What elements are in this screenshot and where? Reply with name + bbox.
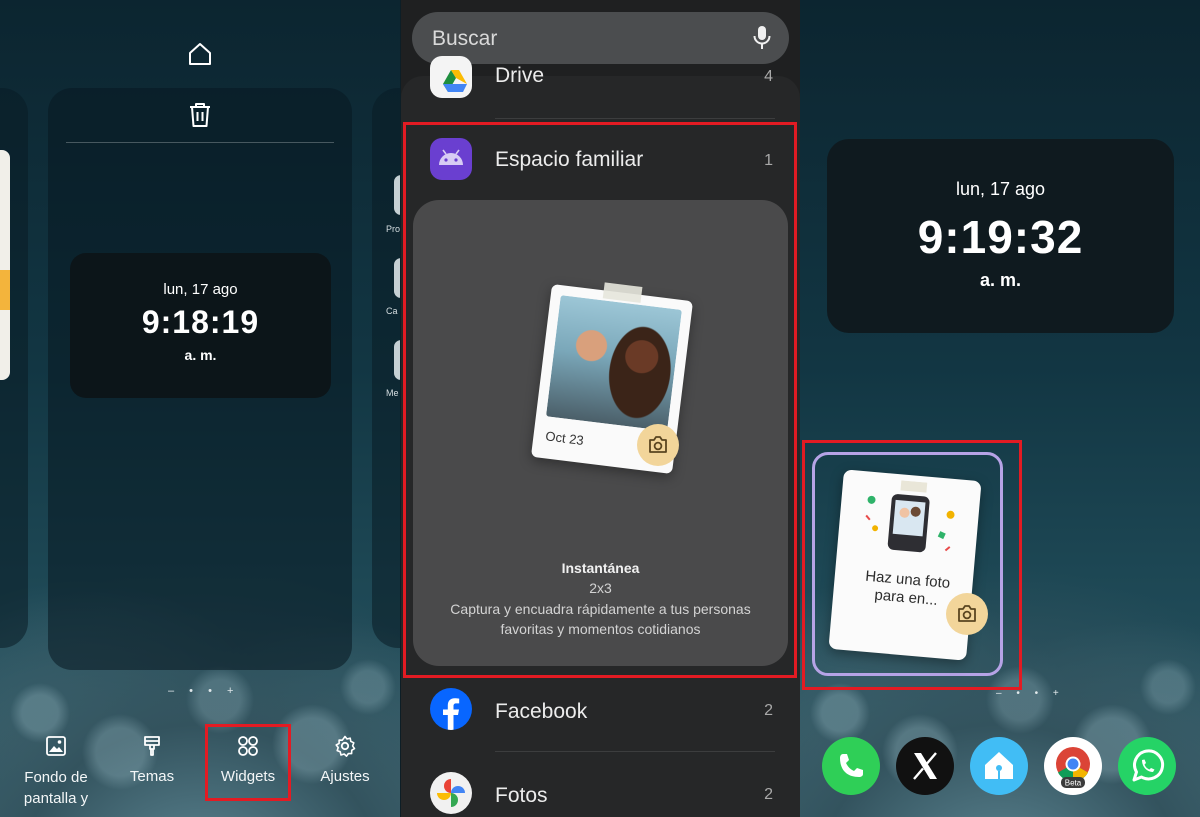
clock-time: 9:18:19 — [141, 304, 260, 340]
clock-ampm: a. m. — [184, 347, 217, 363]
image-icon — [46, 736, 66, 756]
themes-label: Temas — [129, 768, 175, 785]
widget-count: 2 — [764, 786, 773, 803]
whatsapp-icon[interactable] — [1118, 737, 1176, 795]
page-indicator[interactable]: – • • + — [168, 685, 239, 697]
x-icon[interactable] — [896, 737, 954, 795]
settings-label: Ajustes — [320, 768, 370, 785]
home-assistant-icon[interactable] — [970, 737, 1028, 795]
divider — [495, 118, 775, 119]
placed-widget-highlight-box — [802, 440, 1022, 690]
widgets-highlight-box — [205, 724, 291, 801]
chrome-beta-icon[interactable]: Beta — [1044, 737, 1102, 795]
widget-preview-highlight-box — [403, 122, 797, 678]
next-page-app-icon — [394, 175, 400, 215]
widget-count: 4 — [764, 68, 773, 85]
themes-button[interactable]: Temas — [120, 734, 184, 785]
peek-label: Me — [386, 388, 399, 398]
home-edit-panel: Pro Ca Me lun, 17 ago 9:18:19 a. m. – • … — [0, 0, 400, 817]
app-name: Facebook — [495, 700, 588, 723]
trash-icon[interactable] — [187, 101, 213, 129]
prev-page-widget — [0, 150, 10, 380]
home-icon[interactable] — [186, 40, 214, 68]
divider — [66, 142, 334, 143]
app-row-drive[interactable]: Drive 4 — [401, 44, 800, 108]
app-row-fotos[interactable]: Fotos 2 — [401, 762, 800, 817]
peek-label: Pro — [386, 224, 400, 234]
next-page-app-icon — [394, 258, 400, 298]
app-name: Drive — [495, 64, 545, 87]
page-indicator[interactable]: – • • + — [996, 688, 1065, 699]
app-row-facebook[interactable]: Facebook 2 — [401, 678, 800, 742]
widget-count: 2 — [764, 702, 773, 719]
gear-icon — [335, 735, 356, 757]
clock-ampm: a. m. — [979, 270, 1022, 290]
phone-icon[interactable] — [822, 737, 880, 795]
facebook-icon — [430, 688, 472, 730]
clock-widget[interactable]: lun, 17 ago 9:19:32 a. m. — [827, 139, 1174, 333]
clock-date: lun, 17 ago — [163, 281, 238, 298]
settings-button[interactable]: Ajustes — [312, 734, 378, 785]
paintbrush-icon — [144, 736, 160, 756]
clock-date: lun, 17 ago — [955, 179, 1046, 199]
drive-icon — [430, 56, 472, 98]
google-photos-icon — [430, 772, 472, 814]
clock-time: 9:19:32 — [917, 211, 1084, 263]
peek-label: Ca — [386, 306, 398, 316]
app-name: Fotos — [495, 784, 548, 807]
wallpaper-button[interactable]: Fondo de pantalla y ... — [18, 734, 94, 817]
next-page-app-icon — [394, 340, 400, 380]
clock-widget[interactable]: lun, 17 ago 9:18:19 a. m. — [70, 253, 331, 398]
divider — [495, 751, 775, 752]
wallpaper-label: Fondo de pantalla y ... — [23, 769, 89, 817]
beta-badge-label: Beta — [1065, 779, 1082, 788]
